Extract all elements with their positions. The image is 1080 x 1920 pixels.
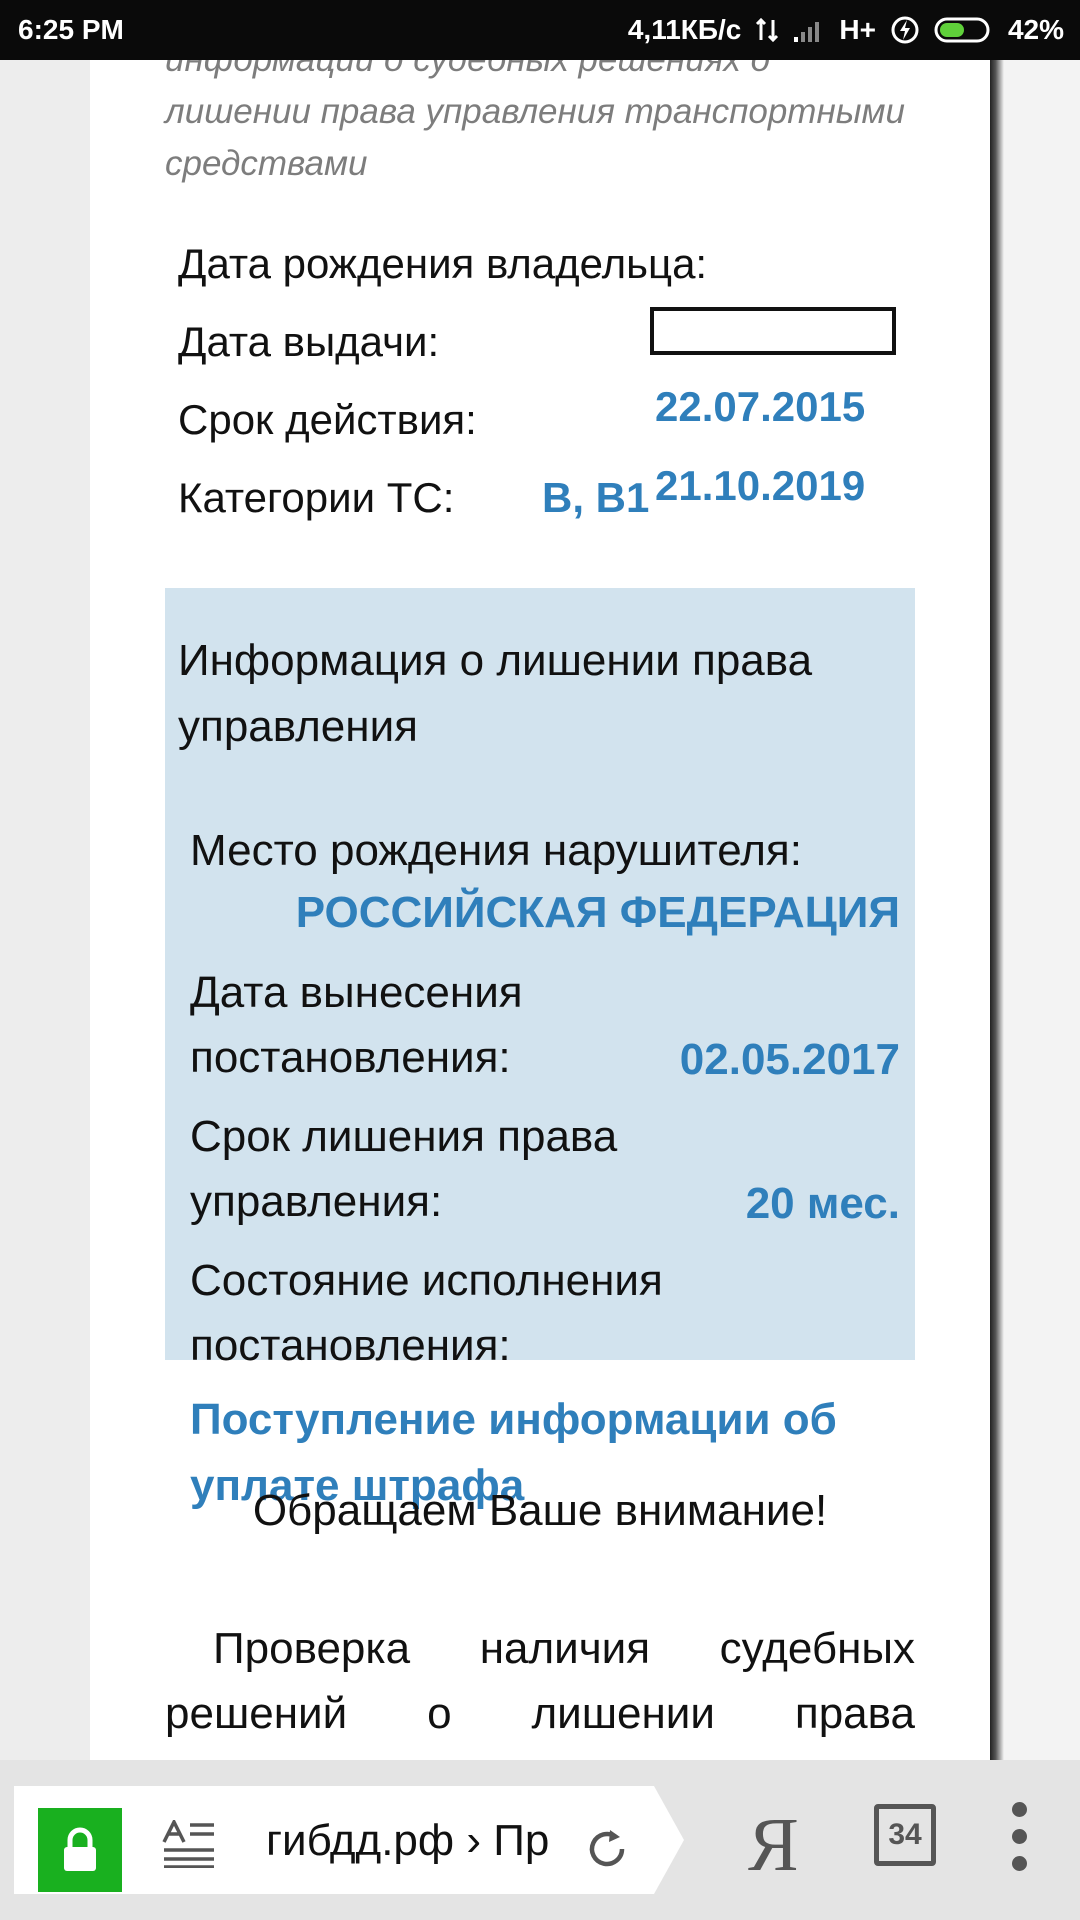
categories-value: B, B1 [542, 474, 650, 521]
page-left-margin [0, 60, 90, 1760]
term-label-line1: Срок лишения права [190, 1112, 618, 1161]
browser-toolbar: гибдд.рф › Пр Я 34 [0, 1760, 1080, 1920]
term-value: 20 мес. [745, 1179, 900, 1228]
redacted-box [650, 307, 896, 355]
signal-icon [793, 17, 825, 43]
decision-date-label-line2: постановления: [190, 1033, 511, 1082]
validity-label: Срок действия: [178, 396, 477, 443]
notice-heading: Обращаем Ваше внимание! [252, 1486, 828, 1535]
term-label-line2: управления: [190, 1177, 443, 1226]
status-bar: 6:25 PM 4,11КБ/с H+ 42% [0, 0, 1080, 60]
decision-date-label-line1: Дата вынесения [190, 968, 523, 1017]
categories-label: Категории ТС: [178, 474, 455, 521]
battery-icon [934, 16, 994, 44]
charging-icon [890, 15, 920, 45]
state-label-line2: постановления: [190, 1321, 511, 1370]
status-time: 6:25 PM [18, 14, 124, 45]
tabs-button[interactable]: 34 [874, 1804, 936, 1866]
decision-date-value: 02.05.2017 [679, 1035, 900, 1084]
battery-percent: 42% [1007, 14, 1064, 45]
network-type: H+ [839, 14, 876, 45]
validity-value: 22.07.2015 [655, 383, 866, 430]
yandex-search-icon[interactable]: Я [748, 1802, 799, 1889]
url-text[interactable]: гибдд.рф › Пр [266, 1816, 556, 1872]
panel-title: Информация о лишении права управления [178, 636, 813, 751]
state-label-line1: Состояние исполнения [190, 1256, 663, 1305]
reload-icon[interactable] [582, 1824, 632, 1874]
birthplace-value: РОССИЙСКАЯ ФЕДЕРАЦИЯ [295, 888, 900, 937]
owner-birth-label: Дата рождения владельца: [178, 240, 708, 287]
reader-mode-icon[interactable] [162, 1820, 216, 1868]
more-menu-icon[interactable] [1006, 1802, 1032, 1876]
page-content: информации о судебных решениях о лишении… [90, 60, 990, 1760]
data-transfer-icon [755, 16, 779, 44]
address-bar[interactable]: гибдд.рф › Пр [14, 1786, 684, 1894]
lock-icon[interactable] [38, 1808, 122, 1892]
info-paragraph: Проверка наличия судебных решений о лише… [165, 1624, 915, 1760]
issue-date-label: Дата выдачи: [178, 318, 440, 365]
categories-date-value: 21.10.2019 [655, 462, 866, 509]
network-speed: 4,11КБ/с [627, 14, 742, 45]
intro-text: информации о судебных решениях о лишении… [165, 60, 905, 183]
content-shadow [990, 60, 1004, 1760]
birthplace-label: Место рождения нарушителя: [190, 826, 802, 875]
